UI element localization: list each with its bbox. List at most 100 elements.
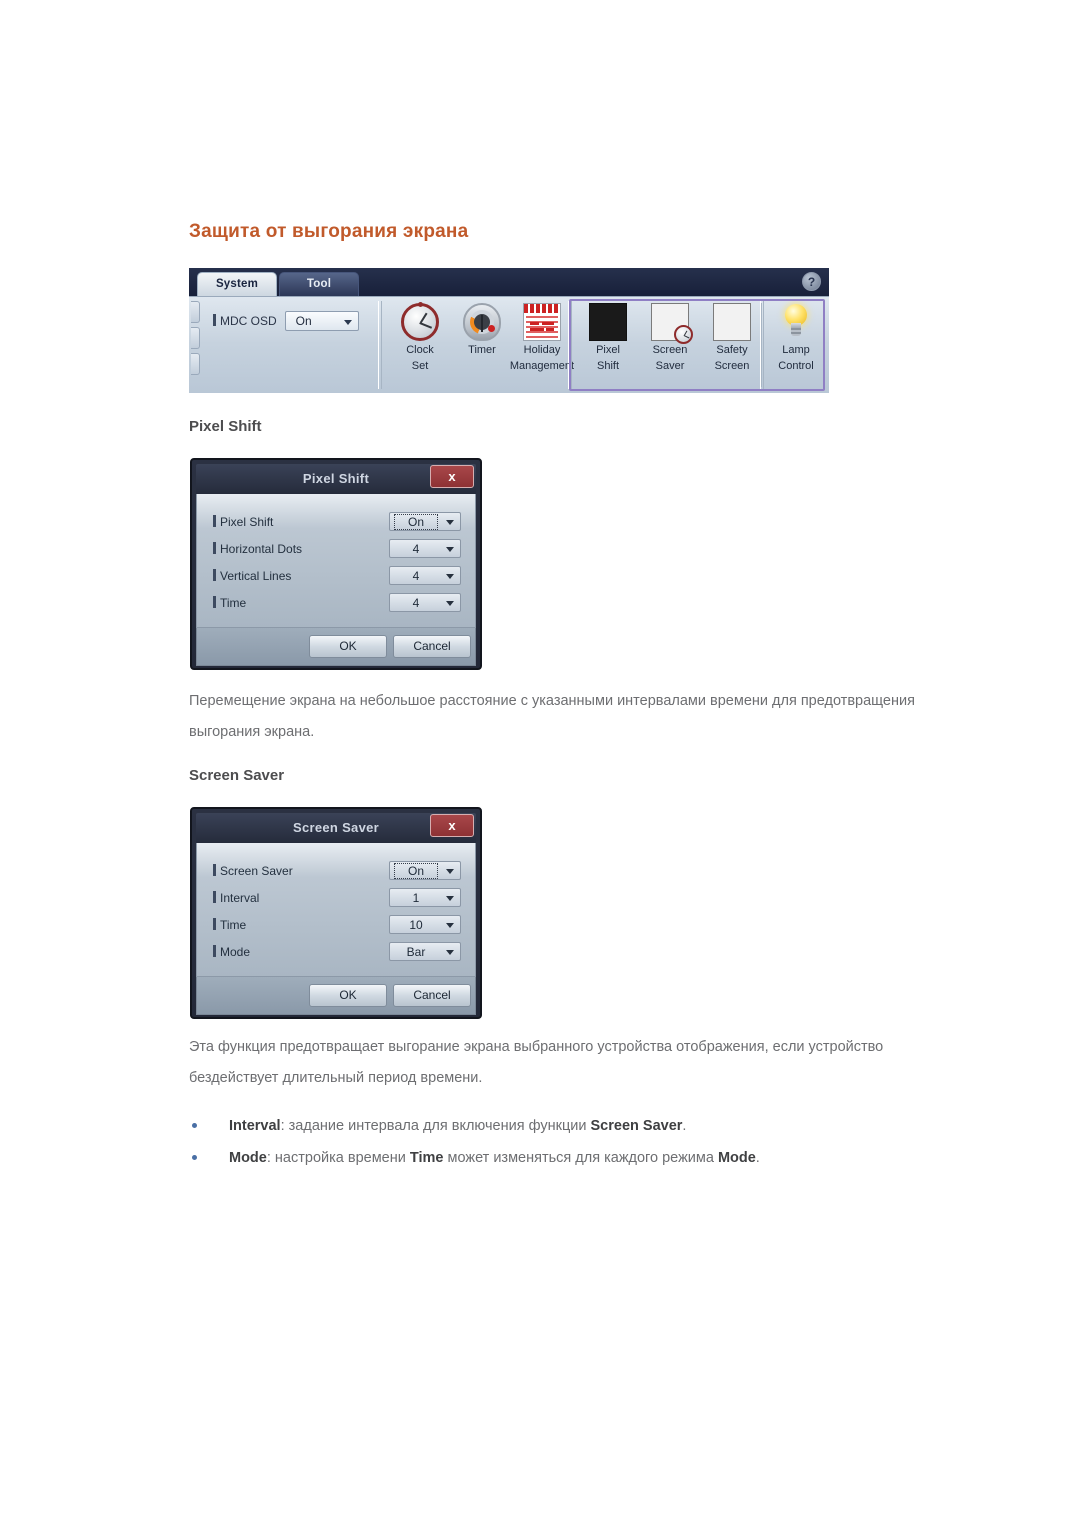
ribbon-button-pixel-shift-line2: Shift — [596, 360, 619, 372]
horizontal-dots-row-label: Horizontal Dots — [213, 542, 302, 556]
pixel-shift-select-value: On — [394, 514, 438, 530]
ribbon-button-clock-set[interactable]: Clock Set — [389, 301, 451, 381]
ribbon-button-safety-screen[interactable]: Safety Screen — [701, 301, 763, 381]
tab-tool[interactable]: Tool — [279, 272, 359, 296]
screen-saver-time-select[interactable]: 10 — [389, 915, 461, 934]
pixel-shift-tiles-icon — [589, 303, 627, 341]
vertical-lines-select[interactable]: 4 — [389, 566, 461, 585]
bullet-text-1a: : настройка времени — [266, 1150, 410, 1166]
pixel-shift-row: Pixel Shift On — [213, 512, 461, 534]
field-tick-icon — [213, 569, 216, 581]
bullet-term-mode-2: Mode — [717, 1150, 756, 1166]
horizontal-dots-value: 4 — [412, 542, 420, 556]
lamp-bulb-icon — [777, 303, 815, 341]
bullet-text-0a: : задание интервала для включения функци… — [280, 1118, 591, 1134]
mode-row: Mode Bar — [213, 942, 461, 964]
tab-system[interactable]: System — [197, 272, 277, 296]
tab-strip: System Tool ? — [189, 268, 829, 296]
pixel-shift-time-label-text: Time — [220, 596, 247, 610]
screen-saver-row: Screen Saver On — [213, 861, 461, 883]
help-icon[interactable]: ? — [802, 272, 821, 291]
screen-saver-select[interactable]: On — [389, 861, 461, 880]
ribbon-button-lamp-control[interactable]: Lamp Control — [765, 301, 827, 381]
mdc-osd-select[interactable]: On — [284, 311, 359, 331]
ribbon-button-holiday-management[interactable]: Holiday Management — [507, 301, 577, 381]
bullet-icon — [192, 1155, 197, 1160]
field-tick-icon — [213, 864, 216, 876]
chevron-down-icon — [446, 896, 454, 901]
ribbon-button-clock-set-line2: Set — [411, 360, 429, 372]
screen-saver-select-value: On — [394, 863, 438, 879]
close-icon[interactable]: x — [430, 814, 474, 837]
ribbon-button-pixel-shift-line1: Pixel — [596, 344, 620, 356]
ribbon-button-clock-set-line1: Clock — [406, 344, 434, 356]
bullet-text-1b: может изменяться для каждого режима — [443, 1150, 718, 1166]
ribbon-button-holiday-line1: Holiday — [523, 344, 561, 356]
vertical-lines-row: Vertical Lines 4 — [213, 566, 461, 588]
pixel-shift-select[interactable]: On — [389, 512, 461, 531]
mdc-toolbar-screenshot: System Tool ? MDC OSD On Clock Set Timer… — [189, 268, 829, 393]
screen-saver-dialog: Screen Saver x Screen Saver On Interval … — [190, 807, 482, 1019]
field-tick-icon — [213, 515, 216, 527]
chevron-down-icon — [446, 923, 454, 928]
close-icon[interactable]: x — [430, 465, 474, 488]
pixel-shift-row-label: Pixel Shift — [213, 515, 273, 529]
mdc-osd-row: MDC OSD On — [213, 311, 359, 331]
ribbon-button-screen-saver[interactable]: Screen Saver — [639, 301, 701, 381]
pixel-shift-time-row-label: Time — [213, 596, 246, 610]
vertical-lines-label-text: Vertical Lines — [220, 569, 292, 583]
ribbon-button-screen-saver-line2: Saver — [655, 360, 685, 372]
bullet-text-0b: . — [682, 1118, 687, 1134]
mode-value: Bar — [406, 945, 426, 959]
chevron-down-icon — [446, 869, 454, 874]
screen-saver-time-row-label: Time — [213, 918, 246, 932]
pixel-shift-cancel-button[interactable]: Cancel — [393, 635, 471, 658]
ribbon-button-screen-saver-line1: Screen — [652, 344, 688, 356]
screen-saver-time-row: Time 10 — [213, 915, 461, 937]
interval-select[interactable]: 1 — [389, 888, 461, 907]
screen-saver-description: Эта функция предотвращает выгорание экра… — [189, 1039, 884, 1086]
list-item: Mode: настройка времени Time может измен… — [189, 1142, 979, 1174]
list-item: Interval: задание интервала для включени… — [189, 1110, 979, 1142]
screen-saver-ok-button[interactable]: OK — [309, 984, 387, 1007]
interval-row: Interval 1 — [213, 888, 461, 910]
ribbon-button-safety-screen-line1: Safety — [716, 344, 748, 356]
ribbon: MDC OSD On Clock Set Timer Holiday Manag… — [189, 296, 829, 393]
chevron-down-icon — [446, 574, 454, 579]
ribbon-button-lamp-control-line1: Lamp — [782, 344, 810, 356]
document-page: Защита от выгорания экрана System Tool ?… — [0, 0, 1080, 1527]
bullet-text-1c: . — [755, 1150, 760, 1166]
ribbon-left-stubs — [191, 301, 201, 389]
clock-icon — [401, 302, 439, 341]
interval-label-text: Interval — [220, 891, 260, 905]
pixel-shift-ok-button[interactable]: OK — [309, 635, 387, 658]
calendar-icon — [523, 303, 561, 341]
vertical-lines-value: 4 — [412, 569, 420, 583]
screen-saver-time-label-text: Time — [220, 918, 247, 932]
field-tick-icon — [213, 918, 216, 930]
field-tick-icon — [213, 596, 216, 608]
interval-value: 1 — [412, 891, 420, 905]
pixel-shift-dialog: Pixel Shift x Pixel Shift On Horizontal … — [190, 458, 482, 670]
screen-saver-dialog-titlebar: Screen Saver x — [196, 813, 476, 843]
screen-saver-time-value: 10 — [409, 918, 423, 932]
pixel-shift-row-label-text: Pixel Shift — [220, 515, 274, 529]
ribbon-button-timer[interactable]: Timer — [451, 301, 513, 381]
pixel-shift-time-value: 4 — [412, 596, 420, 610]
ribbon-button-pixel-shift[interactable]: Pixel Shift — [577, 301, 639, 381]
field-tick-icon — [213, 542, 216, 554]
pixel-shift-time-select[interactable]: 4 — [389, 593, 461, 612]
field-tick-icon — [213, 945, 216, 957]
ribbon-group-osd: MDC OSD On — [203, 301, 379, 389]
screen-saver-tiles-clock-icon — [651, 303, 693, 344]
bullet-term-mode: Mode — [229, 1150, 267, 1166]
mode-select[interactable]: Bar — [389, 942, 461, 961]
screen-saver-dialog-body: Screen Saver On Interval 1 Time 10 Mode … — [196, 843, 476, 977]
chevron-down-icon — [446, 520, 454, 525]
screen-saver-label-text: Screen Saver — [220, 864, 293, 878]
page-title: Защита от выгорания экрана — [189, 221, 469, 242]
screen-saver-cancel-button[interactable]: Cancel — [393, 984, 471, 1007]
mode-row-label: Mode — [213, 945, 250, 959]
horizontal-dots-select[interactable]: 4 — [389, 539, 461, 558]
pixel-shift-dialog-footer: OK Cancel — [196, 628, 476, 666]
